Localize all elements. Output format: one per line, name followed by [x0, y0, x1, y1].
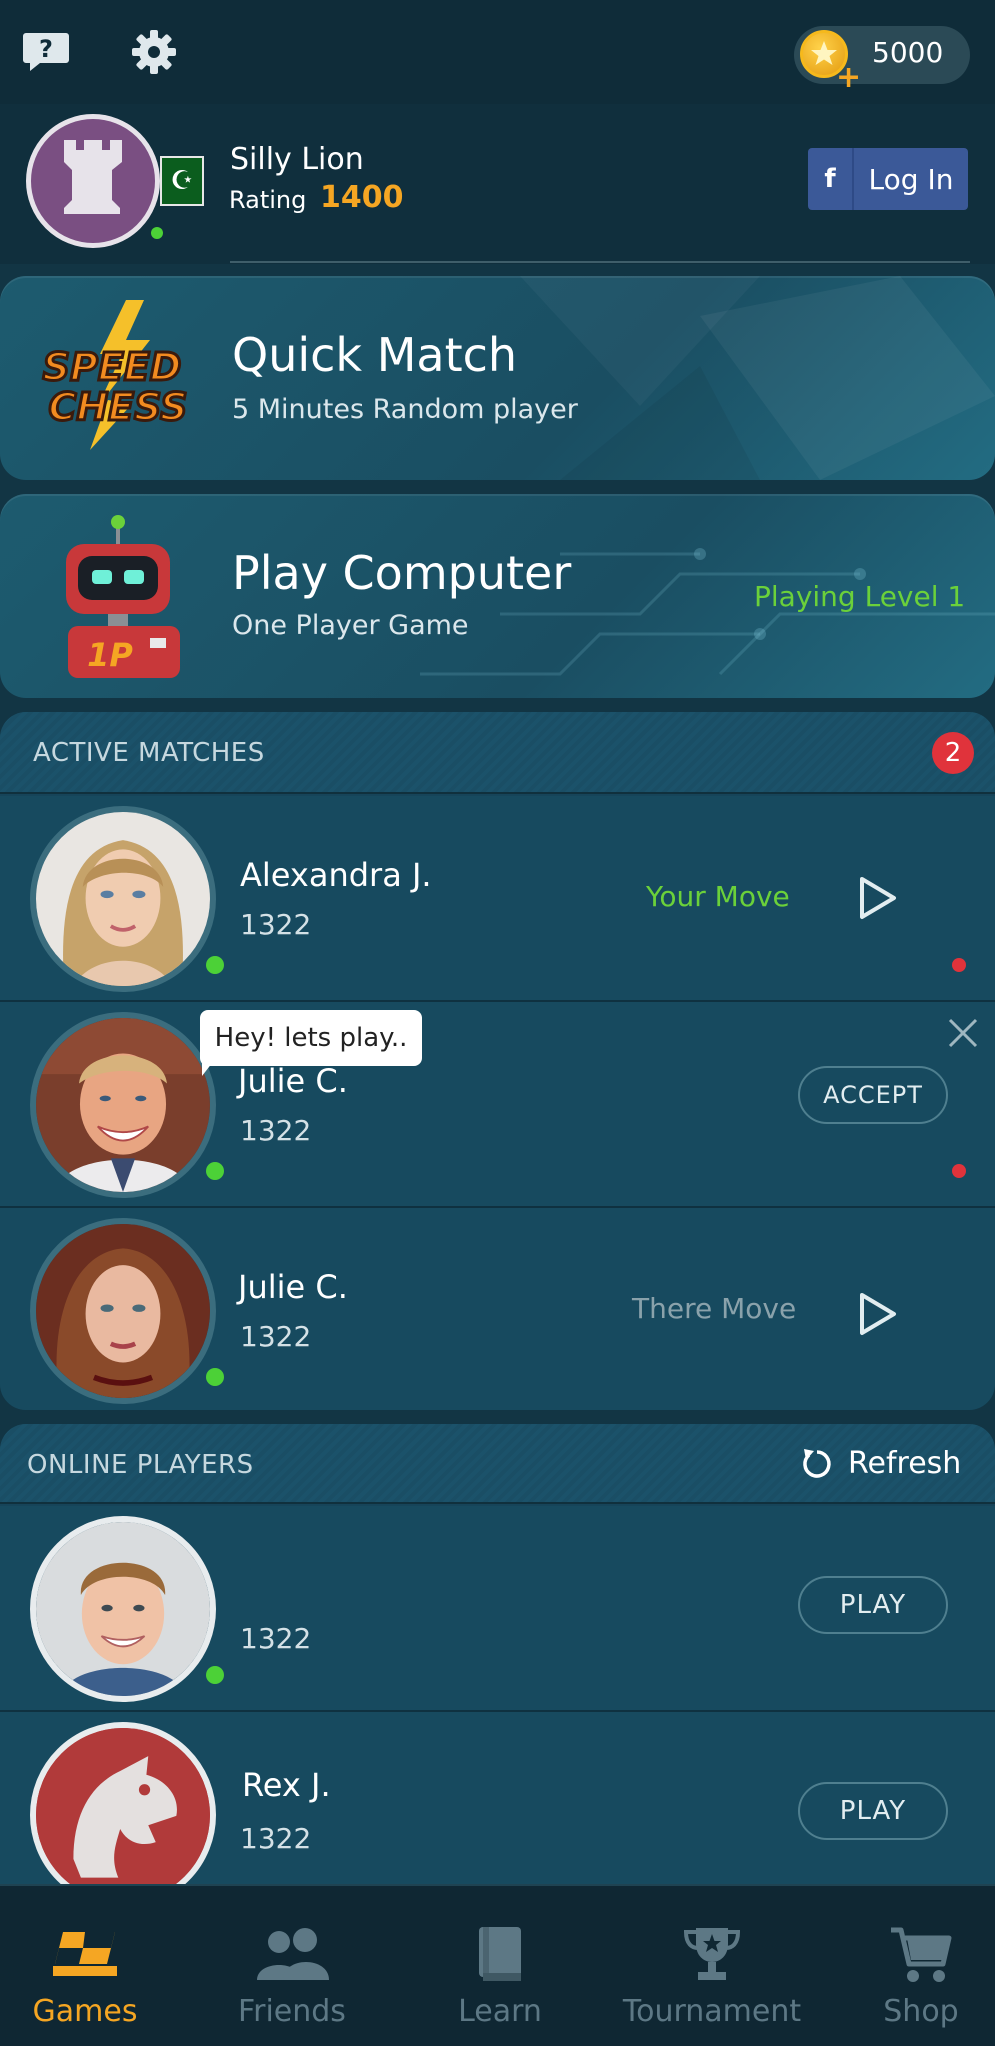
refresh-label: Refresh: [848, 1446, 962, 1481]
svg-text:CHESS: CHESS: [48, 385, 187, 429]
login-label: Log In: [868, 162, 954, 196]
online-indicator: [151, 227, 163, 239]
player-row[interactable]: 1322 PLAY: [0, 1506, 995, 1712]
play-computer-subtitle: One Player Game: [232, 610, 469, 641]
match-row[interactable]: Julie C. 1322 There Move: [0, 1208, 995, 1410]
rating-label: Rating: [229, 186, 307, 214]
player-name: Alexandra J.: [240, 856, 432, 894]
svg-text:1P: 1P: [87, 636, 133, 674]
refresh-icon: [803, 1448, 831, 1478]
player-rating: 1322: [240, 1622, 312, 1655]
computer-level: Playing Level 1: [754, 580, 966, 613]
player-name: Silly Lion: [230, 142, 364, 177]
nav-shop[interactable]: Shop: [856, 1886, 986, 2046]
coin-count: 5000: [872, 36, 944, 69]
robot-icon: 1P: [52, 514, 192, 684]
bottom-nav: Games Friends Learn Tournament Shop: [0, 1884, 995, 2046]
refresh-button[interactable]: Refresh: [800, 1446, 961, 1481]
unread-indicator: [952, 958, 966, 972]
play-computer-card[interactable]: 1P Play Computer One Player Game Playing…: [0, 494, 995, 698]
active-matches-section: ACTIVE MATCHES 2 Alexandra J. 1322 Your …: [0, 712, 995, 1410]
avatar: [30, 1516, 216, 1702]
active-matches-header: ACTIVE MATCHES 2: [0, 712, 995, 794]
svg-text:SPEED: SPEED: [43, 345, 182, 389]
quick-match-title: Quick Match: [232, 328, 518, 382]
active-matches-badge: 2: [932, 732, 974, 774]
play-button[interactable]: PLAY: [798, 1782, 948, 1840]
quick-match-card[interactable]: SPEED CHESS Quick Match 5 Minutes Random…: [0, 276, 995, 480]
match-status: There Move: [632, 1292, 797, 1325]
avatar: [30, 1218, 216, 1404]
close-icon[interactable]: [946, 1016, 980, 1050]
cart-icon: [889, 1922, 953, 1986]
chessboard-icon: [49, 1922, 121, 1986]
player-name: Julie C.: [238, 1062, 348, 1100]
book-icon: [475, 1922, 525, 1986]
player-name: Rex J.: [242, 1766, 331, 1804]
play-icon[interactable]: [858, 876, 898, 920]
match-row[interactable]: Julie C. 1322 ACCEPT: [0, 1002, 995, 1208]
player-rating: 1322: [240, 908, 312, 941]
message-bubble: Hey! lets play..: [200, 1010, 422, 1066]
help-icon[interactable]: ?: [18, 24, 74, 80]
avatar[interactable]: [26, 114, 160, 248]
online-players-header: ONLINE PLAYERS Refresh: [0, 1424, 995, 1504]
nav-friends[interactable]: Friends: [200, 1886, 384, 2046]
rating-value: 1400: [320, 180, 404, 215]
rook-icon: [64, 140, 122, 214]
add-coins-icon[interactable]: +: [836, 60, 861, 95]
nav-learn-label: Learn: [458, 1994, 542, 2029]
play-icon[interactable]: [858, 1292, 898, 1336]
play-computer-title: Play Computer: [232, 546, 572, 600]
online-indicator: [206, 1162, 224, 1180]
pakistan-flag-icon: ☪: [160, 156, 204, 206]
player-rating: 1322: [240, 1822, 312, 1855]
player-rating: 1322: [240, 1320, 312, 1353]
player-rating: 1322: [240, 1114, 312, 1147]
nav-games[interactable]: Games: [0, 1886, 170, 2046]
online-indicator: [206, 1666, 224, 1684]
active-matches-title: ACTIVE MATCHES: [33, 738, 265, 768]
online-indicator: [206, 1368, 224, 1386]
avatar: [30, 1722, 216, 1908]
trophy-icon: [682, 1922, 742, 1986]
nav-tournament-label: Tournament: [622, 1994, 802, 2029]
match-row[interactable]: Alexandra J. 1322 Your Move: [0, 796, 995, 1002]
accept-button[interactable]: ACCEPT: [798, 1066, 948, 1124]
nav-learn[interactable]: Learn: [410, 1886, 590, 2046]
player-name: Julie C.: [238, 1268, 348, 1306]
avatar: [30, 1012, 216, 1198]
divider: [230, 261, 970, 263]
avatar: [30, 806, 216, 992]
online-indicator: [206, 956, 224, 974]
play-button[interactable]: PLAY: [798, 1576, 948, 1634]
nav-shop-label: Shop: [883, 1994, 959, 2029]
facebook-login-button[interactable]: f Log In: [808, 148, 968, 210]
online-players-title: ONLINE PLAYERS: [27, 1450, 254, 1480]
match-status: Your Move: [646, 880, 790, 913]
knight-icon: [36, 1728, 210, 1902]
nav-games-label: Games: [32, 1994, 138, 2029]
facebook-icon: f: [808, 148, 854, 210]
nav-friends-label: Friends: [238, 1994, 346, 2029]
unread-indicator: [952, 1164, 966, 1178]
svg-text:?: ?: [39, 35, 53, 63]
friends-icon: [253, 1922, 331, 1986]
gear-icon[interactable]: [126, 24, 182, 80]
quick-match-subtitle: 5 Minutes Random player: [232, 394, 578, 425]
nav-tournament[interactable]: Tournament: [612, 1886, 812, 2046]
speed-chess-logo: SPEED CHESS: [28, 296, 196, 456]
